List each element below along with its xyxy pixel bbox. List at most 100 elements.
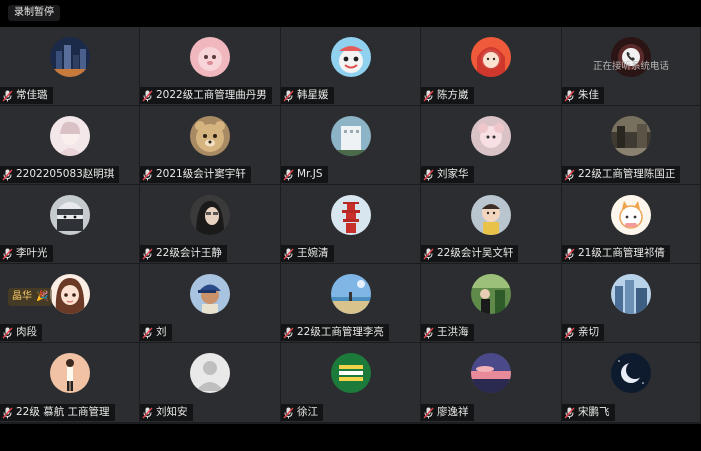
- participant-name: 22级 慕航 工商管理: [16, 406, 110, 418]
- mic-muted-icon: [423, 327, 434, 339]
- mic-muted-icon: [423, 169, 434, 181]
- bear-face-avatar: [190, 116, 230, 156]
- recording-paused-badge[interactable]: 录制暂停: [8, 5, 60, 21]
- mic-muted-icon: [564, 327, 575, 339]
- participant-name-tag: 常佳璐: [0, 87, 53, 104]
- participant-name: 刘家华: [437, 168, 469, 180]
- mic-muted-icon: [283, 248, 294, 260]
- participant-tile[interactable]: 韩星媛: [281, 27, 421, 106]
- dark-hair-girl-avatar: [190, 195, 230, 235]
- mic-muted-icon: [564, 169, 575, 181]
- participant-name: 22级工商管理李亮: [297, 326, 384, 338]
- participant-name: 2022级工商管理曲丹男: [156, 89, 267, 101]
- participant-name-tag: 陈方崴: [421, 87, 474, 104]
- red-hood-girl-avatar: [471, 37, 511, 77]
- participant-name: 常佳璐: [16, 89, 48, 101]
- standing-figure-avatar: [49, 353, 90, 393]
- participant-tile[interactable]: 廖逸祥: [421, 343, 562, 423]
- participant-tile[interactable]: 王婉清: [281, 185, 421, 264]
- participant-tile[interactable]: 常佳璐: [0, 27, 140, 106]
- mic-muted-icon: [2, 327, 13, 339]
- top-bar: [0, 0, 701, 27]
- participant-name-tag: 王洪海: [421, 324, 474, 341]
- call-status-text: 正在接听系统电话: [592, 61, 669, 72]
- mic-muted-icon: [2, 169, 13, 181]
- mic-muted-icon: [142, 169, 153, 181]
- participant-tile[interactable]: 2021级会计窦宇轩: [140, 106, 281, 185]
- participant-name-tag: 21级工商管理祁倩: [562, 245, 670, 262]
- white-building-avatar: [330, 116, 371, 156]
- mic-muted-icon: [423, 407, 434, 419]
- participant-name: 肉段: [16, 326, 37, 338]
- green-logo-avatar: [330, 353, 371, 393]
- participant-tile[interactable]: 2202205083赵明琪: [0, 106, 140, 185]
- pink-plush-avatar: [190, 37, 230, 77]
- participant-tile[interactable]: 刘知安: [140, 343, 281, 423]
- participant-name-tag: 22级工商管理李亮: [281, 324, 389, 341]
- mic-muted-icon: [142, 327, 153, 339]
- participant-name: 陈方崴: [437, 89, 469, 101]
- participant-tile[interactable]: 22级工商管理陈国正: [562, 106, 701, 185]
- participant-name: 李叶光: [16, 247, 48, 259]
- participant-name-tag: Mr.JS: [281, 166, 328, 183]
- mic-muted-icon: [564, 407, 575, 419]
- participant-name-tag: 刘知安: [140, 404, 193, 421]
- participant-tile[interactable]: 22级会计王静: [140, 185, 281, 264]
- participant-tile[interactable]: 徐江: [281, 343, 421, 423]
- participant-name-tag: 徐江: [281, 404, 323, 421]
- participant-tile[interactable]: 2022级工商管理曲丹男: [140, 27, 281, 106]
- participant-tile[interactable]: 刘家华: [421, 106, 562, 185]
- participant-tile[interactable]: 刘: [140, 264, 281, 343]
- masked-ninja-avatar: [49, 195, 90, 235]
- participant-tile[interactable]: 亲切: [562, 264, 701, 343]
- participant-name: 韩星媛: [297, 89, 329, 101]
- participant-tile[interactable]: 22级会计吴文轩: [421, 185, 562, 264]
- mic-muted-icon: [423, 90, 434, 102]
- mic-muted-icon: [564, 90, 575, 102]
- participant-name-tag: 朱佳: [562, 87, 604, 104]
- mic-muted-icon: [142, 90, 153, 102]
- participant-tile[interactable]: 宋鹏飞: [562, 343, 701, 423]
- participant-name: 亲切: [578, 326, 599, 338]
- participant-name-tag: 王婉清: [281, 245, 334, 262]
- cartoon-cat-avatar: [611, 195, 651, 235]
- mic-muted-icon: [283, 327, 294, 339]
- party-popper-icon: 🎉: [36, 291, 49, 302]
- beach-sky-avatar: [330, 274, 371, 314]
- participant-name-tag: 2202205083赵明琪: [0, 166, 120, 183]
- participant-tile[interactable]: 陈方崴: [421, 27, 562, 106]
- anime-girl-avatar: [49, 274, 90, 314]
- participant-tile[interactable]: 李叶光: [0, 185, 140, 264]
- reaction-badge-label: 晶华: [12, 291, 32, 302]
- participant-name-tag: 22级会计王静: [140, 245, 227, 262]
- participant-name: 廖逸祥: [437, 406, 469, 418]
- participant-name: 刘知安: [156, 406, 188, 418]
- participant-grid: 常佳璐 2022级工商管理曲丹男 韩星媛 陈方崴 朱佳 2202205083赵明琪 2021…: [0, 27, 701, 424]
- mic-muted-icon: [423, 248, 434, 260]
- participant-tile[interactable]: 22级 慕航 工商管理: [0, 343, 140, 423]
- participant-name-tag: 宋鹏飞: [562, 404, 615, 421]
- participant-name-tag: 刘家华: [421, 166, 474, 183]
- participant-name: 刘: [156, 326, 167, 338]
- participant-tile[interactable]: 22级工商管理李亮: [281, 264, 421, 343]
- participant-tile[interactable]: 21级工商管理祁倩: [562, 185, 701, 264]
- participant-name-tag: 22级工商管理陈国正: [562, 166, 681, 183]
- participant-name: 2202205083赵明琪: [16, 168, 115, 180]
- participant-tile[interactable]: 王洪海: [421, 264, 562, 343]
- boy-cap-avatar: [190, 274, 230, 314]
- participant-name: 22级工商管理陈国正: [578, 168, 676, 180]
- participant-name-tag: 22级 慕航 工商管理: [0, 404, 115, 421]
- participant-name: 22级会计吴文轩: [437, 247, 514, 259]
- participant-tile[interactable]: Mr.JS: [281, 106, 421, 185]
- participant-name: 徐江: [297, 406, 318, 418]
- mic-muted-icon: [283, 407, 294, 419]
- participant-name: Mr.JS: [297, 168, 323, 180]
- mic-muted-icon: [283, 169, 294, 181]
- mic-muted-icon: [142, 248, 153, 260]
- participant-name-tag: 亲切: [562, 324, 604, 341]
- participant-name: 22级会计王静: [156, 247, 222, 259]
- participant-name-tag: 刘: [140, 324, 172, 341]
- participant-name-tag: 廖逸祥: [421, 404, 474, 421]
- blue-buildings-avatar: [611, 274, 651, 314]
- mic-muted-icon: [564, 248, 575, 260]
